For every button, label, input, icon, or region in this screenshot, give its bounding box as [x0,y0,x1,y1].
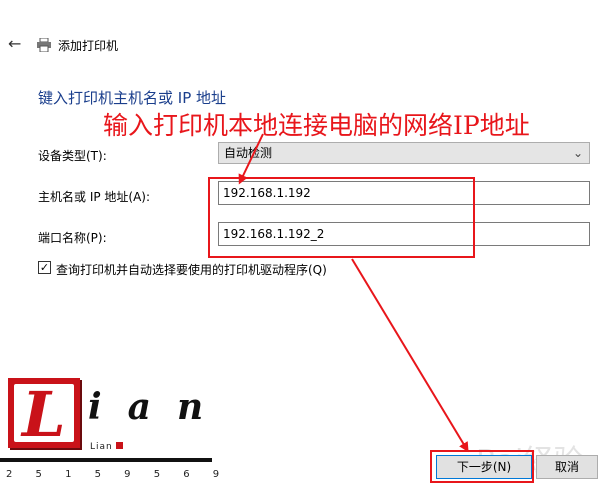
arrow-to-next [351,258,469,453]
annotation-arrows [238,133,469,453]
arrow-to-hostname [238,133,264,185]
